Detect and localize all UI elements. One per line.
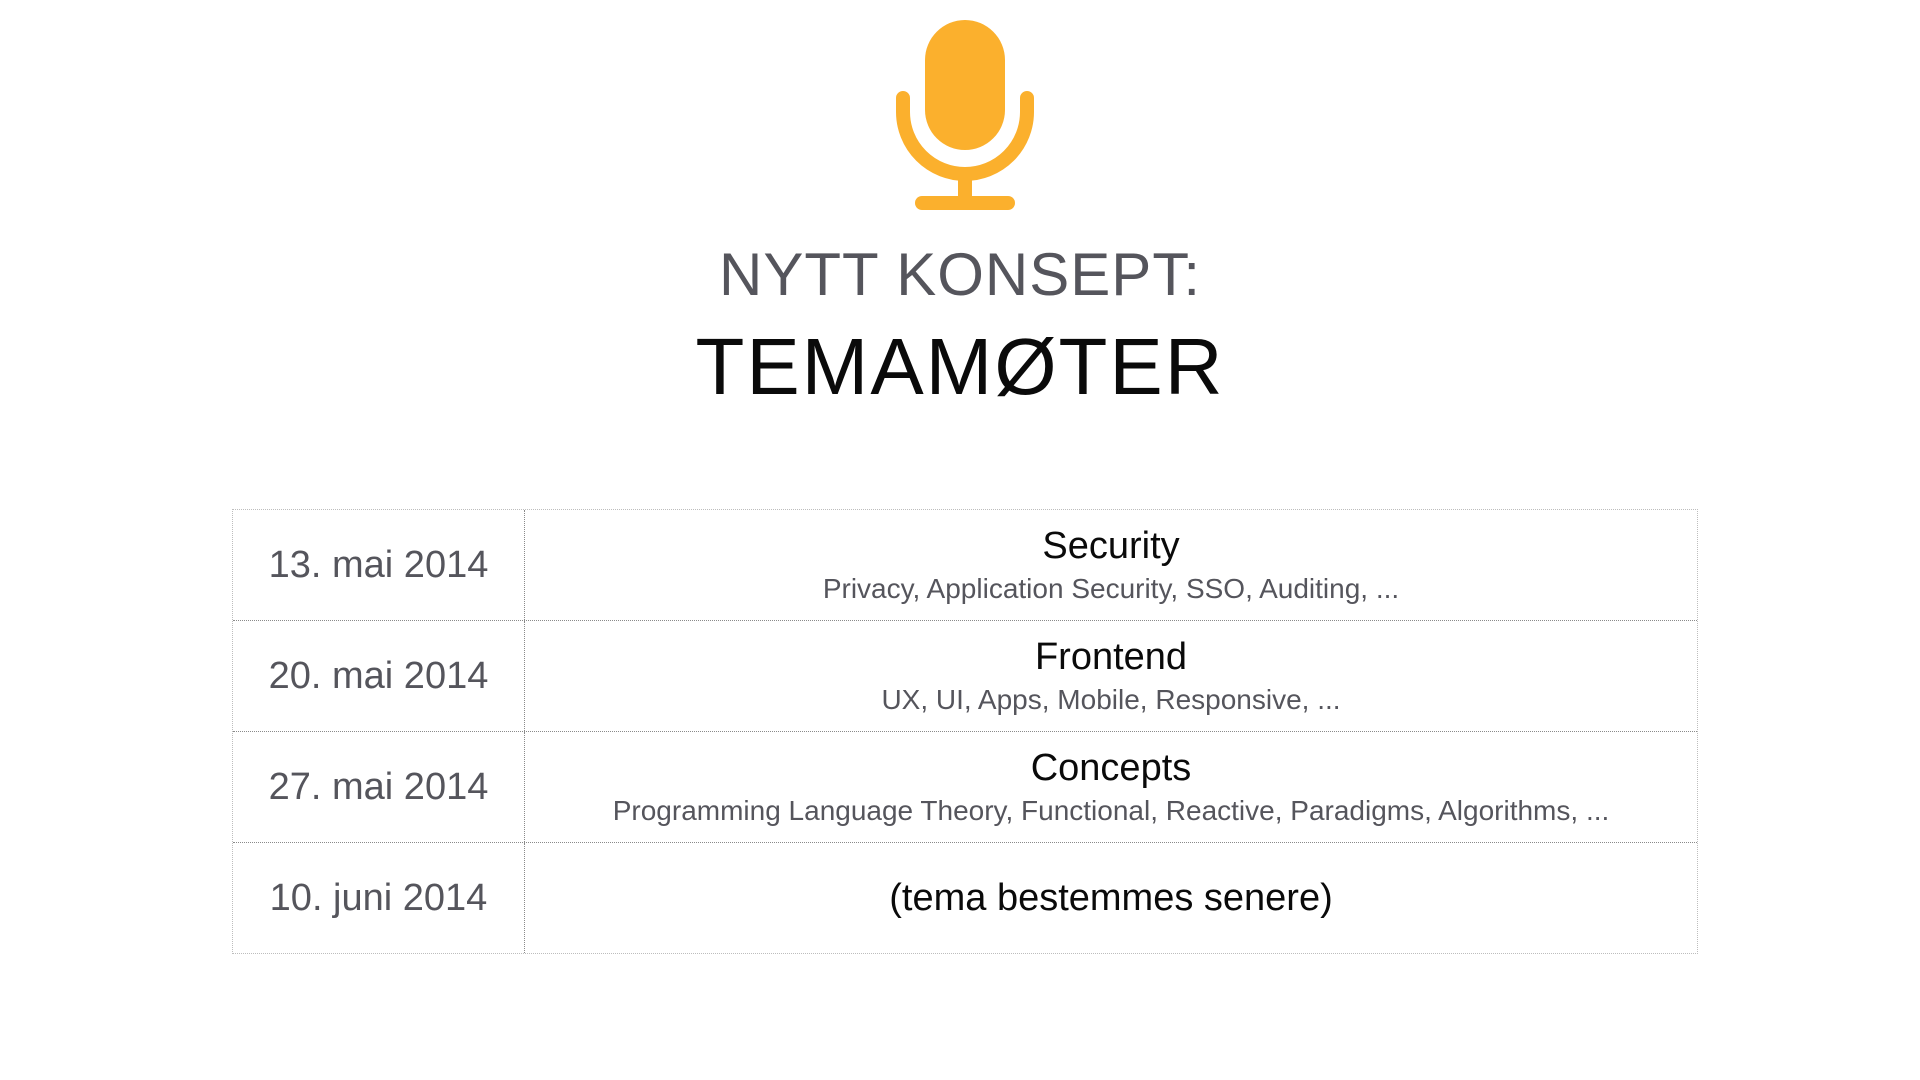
meeting-topic-details: Programming Language Theory, Functional,… [612, 795, 1610, 826]
microphone-base [915, 196, 1015, 210]
schedule-row: 13. mai 2014 Security Privacy, Applicati… [233, 510, 1697, 621]
meeting-date: 27. mai 2014 [233, 732, 525, 842]
meeting-date: 20. mai 2014 [233, 621, 525, 731]
meeting-topic-details: Privacy, Application Security, SSO, Audi… [822, 573, 1400, 604]
meeting-topic: (tema bestemmes senere) [889, 877, 1333, 919]
meeting-topic: Frontend [1034, 636, 1188, 678]
meeting-topic-cell: Concepts Programming Language Theory, Fu… [525, 732, 1697, 842]
slide: NYTT KONSEPT: TEMAMØTER 13. mai 2014 Sec… [0, 0, 1920, 1080]
slide-title: TEMAMØTER [695, 322, 1225, 411]
meeting-topic-details: UX, UI, Apps, Mobile, Responsive, ... [881, 684, 1341, 715]
meeting-date: 10. juni 2014 [233, 843, 525, 953]
schedule-row: 20. mai 2014 Frontend UX, UI, Apps, Mobi… [233, 621, 1697, 732]
meeting-topic: Concepts [1030, 747, 1192, 789]
meeting-topic-cell: Frontend UX, UI, Apps, Mobile, Responsiv… [525, 621, 1697, 731]
meeting-topic-cell: Security Privacy, Application Security, … [525, 510, 1697, 620]
microphone-icon [896, 20, 1034, 210]
microphone-stand [958, 172, 972, 200]
slide-subtitle: NYTT KONSEPT: [719, 241, 1201, 308]
schedule-table: 13. mai 2014 Security Privacy, Applicati… [232, 509, 1698, 954]
schedule-row: 10. juni 2014 (tema bestemmes senere) [233, 843, 1697, 953]
microphone-capsule [925, 20, 1005, 150]
schedule-row: 27. mai 2014 Concepts Programming Langua… [233, 732, 1697, 843]
meeting-topic-cell: (tema bestemmes senere) [525, 843, 1697, 953]
meeting-date: 13. mai 2014 [233, 510, 525, 620]
meeting-topic: Security [1042, 525, 1180, 567]
